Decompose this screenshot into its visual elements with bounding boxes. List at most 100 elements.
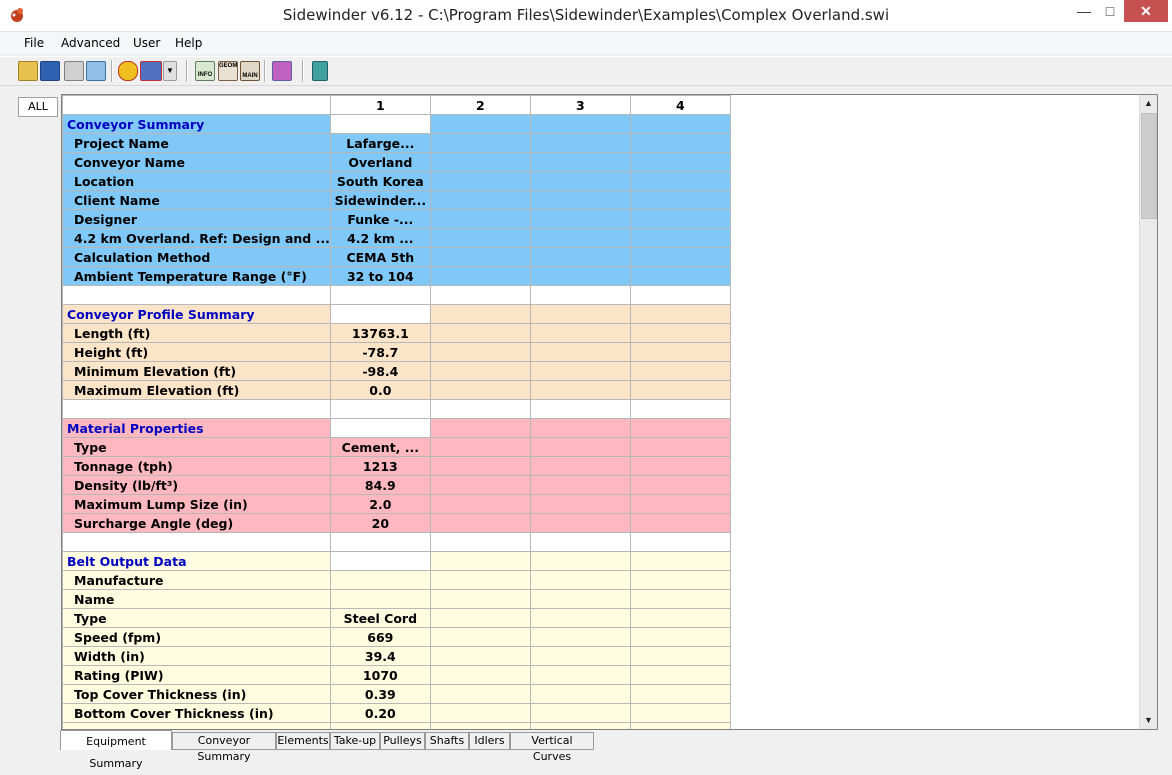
main-icon[interactable]: MAIN [240, 61, 260, 81]
value-cell[interactable] [529, 342, 631, 362]
value-cell[interactable]: Steel Cord [329, 608, 431, 628]
value-cell[interactable] [629, 323, 731, 343]
value-cell[interactable] [629, 361, 731, 381]
value-cell[interactable]: Funke -... [329, 209, 431, 229]
value-cell[interactable] [629, 133, 731, 153]
value-cell[interactable] [529, 228, 631, 248]
close-button[interactable]: ✕ [1124, 0, 1168, 22]
value-cell[interactable] [629, 703, 731, 723]
value-cell[interactable] [429, 266, 531, 286]
print-icon[interactable] [64, 61, 84, 81]
value-cell[interactable] [629, 209, 731, 229]
value-cell[interactable] [529, 456, 631, 476]
flag-icon[interactable] [140, 61, 162, 81]
value-cell[interactable] [529, 266, 631, 286]
value-cell[interactable] [529, 513, 631, 533]
value-cell[interactable] [429, 361, 531, 381]
value-cell[interactable] [629, 665, 731, 685]
value-cell[interactable]: CEMA 5th [329, 247, 431, 267]
value-cell[interactable] [429, 646, 531, 666]
value-cell[interactable] [529, 494, 631, 514]
value-cell[interactable] [429, 437, 531, 457]
value-cell[interactable] [529, 589, 631, 609]
value-cell[interactable] [529, 665, 631, 685]
value-cell[interactable] [629, 418, 731, 438]
value-cell[interactable] [629, 152, 731, 172]
value-cell[interactable] [329, 589, 431, 609]
value-cell[interactable] [329, 722, 431, 729]
value-cell[interactable] [429, 418, 531, 438]
column-header[interactable]: 2 [429, 95, 531, 115]
tab-pulleys[interactable]: Pulleys [380, 732, 425, 750]
value-cell[interactable]: Overland [329, 152, 431, 172]
value-cell[interactable] [529, 703, 631, 723]
value-cell[interactable] [429, 114, 531, 134]
value-cell[interactable] [329, 570, 431, 590]
value-cell[interactable]: South Korea [329, 171, 431, 191]
value-cell[interactable] [529, 304, 631, 324]
value-cell[interactable] [529, 323, 631, 343]
value-cell[interactable]: 39.4 [329, 646, 431, 666]
value-cell[interactable] [429, 456, 531, 476]
units-icon[interactable] [118, 61, 138, 81]
value-cell[interactable]: 13763.1 [329, 323, 431, 343]
value-cell[interactable] [429, 532, 531, 552]
value-cell[interactable] [629, 475, 731, 495]
value-cell[interactable] [629, 570, 731, 590]
value-cell[interactable] [629, 437, 731, 457]
value-cell[interactable]: 1070 [329, 665, 431, 685]
tab-equipment-summary[interactable]: Equipment Summary [60, 730, 172, 770]
value-cell[interactable] [529, 171, 631, 191]
tab-shafts[interactable]: Shafts [425, 732, 469, 750]
value-cell[interactable]: 0.20 [329, 703, 431, 723]
value-cell[interactable] [429, 475, 531, 495]
value-cell[interactable] [629, 456, 731, 476]
value-cell[interactable] [629, 190, 731, 210]
value-cell[interactable] [529, 285, 631, 305]
side-tab-all[interactable]: ALL [18, 97, 58, 117]
scroll-up-icon[interactable]: ▲ [1140, 95, 1157, 112]
tab-elements[interactable]: Elements [276, 732, 330, 750]
value-cell[interactable] [529, 570, 631, 590]
value-cell[interactable] [429, 209, 531, 229]
value-cell[interactable] [629, 399, 731, 419]
value-cell[interactable] [429, 323, 531, 343]
value-cell[interactable]: 4.2 km ... [329, 228, 431, 248]
value-cell[interactable] [629, 380, 731, 400]
value-cell[interactable] [629, 494, 731, 514]
value-cell[interactable] [429, 551, 531, 571]
value-cell[interactable] [529, 532, 631, 552]
value-cell[interactable] [529, 418, 631, 438]
minimize-button[interactable]: — [1070, 0, 1098, 22]
value-cell[interactable] [529, 399, 631, 419]
value-cell[interactable]: 0.0 [329, 380, 431, 400]
value-cell[interactable]: Lafarge... [329, 133, 431, 153]
value-cell[interactable] [529, 209, 631, 229]
value-cell[interactable] [629, 228, 731, 248]
menu-advanced[interactable]: Advanced [61, 36, 120, 50]
value-cell[interactable] [429, 304, 531, 324]
value-cell[interactable] [429, 285, 531, 305]
value-cell[interactable] [429, 570, 531, 590]
value-cell[interactable] [529, 437, 631, 457]
column-header[interactable]: 4 [629, 95, 731, 115]
report-icon[interactable] [272, 61, 292, 81]
value-cell[interactable] [629, 589, 731, 609]
value-cell[interactable] [629, 646, 731, 666]
value-cell[interactable] [429, 703, 531, 723]
dropdown-arrow-icon[interactable]: ▼ [163, 61, 177, 81]
value-cell[interactable] [629, 608, 731, 628]
vertical-scrollbar[interactable]: ▲ ▼ [1139, 95, 1157, 729]
maximize-button[interactable]: □ [1096, 0, 1124, 22]
value-cell[interactable] [429, 133, 531, 153]
value-cell[interactable] [529, 475, 631, 495]
value-cell[interactable] [629, 285, 731, 305]
value-cell[interactable] [429, 342, 531, 362]
menu-file[interactable]: File [24, 36, 44, 50]
value-cell[interactable] [429, 399, 531, 419]
value-cell[interactable] [429, 627, 531, 647]
value-cell[interactable] [529, 380, 631, 400]
value-cell[interactable] [329, 532, 431, 552]
value-cell[interactable] [629, 171, 731, 191]
value-cell[interactable]: 2.0 [329, 494, 431, 514]
